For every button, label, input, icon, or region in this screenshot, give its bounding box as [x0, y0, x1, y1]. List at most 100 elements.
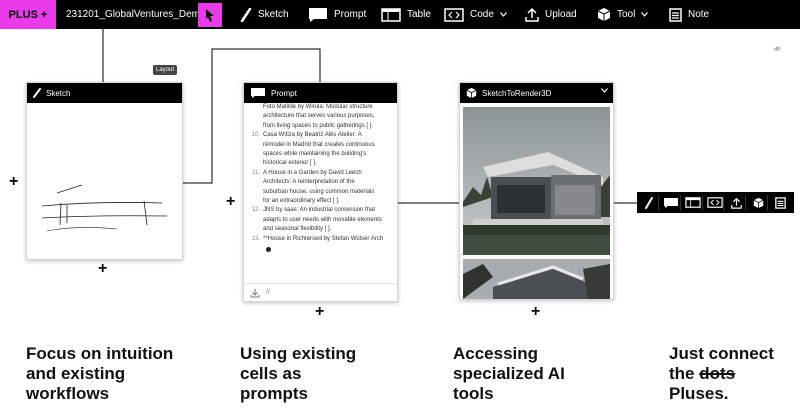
add-cell-below-sketch-button[interactable]: +: [98, 261, 107, 277]
note-tool-label: Note: [688, 9, 710, 20]
prompt-line-number: [250, 112, 260, 121]
top-toolbar: PLUS + 231201_GlobalVentures_Demo Sketch…: [0, 0, 800, 29]
render-output-image[interactable]: [463, 107, 610, 255]
tool-menu-label: Tool: [617, 9, 636, 20]
prompt-list-line: architecture that serves various purpose…: [250, 112, 391, 121]
document-title[interactable]: 231201_GlobalVentures_Demo: [66, 0, 206, 29]
prompt-list-line: adapts to user needs with movable elemen…: [250, 216, 391, 225]
caption-intuition: Focus on intuition and existing workflow…: [26, 344, 174, 403]
prompt-line-number: 12.: [251, 207, 260, 214]
sketch-tool-label: Sketch: [258, 9, 289, 20]
prompt-line-text: spaces while maintaining the building's: [263, 151, 367, 158]
add-table-button[interactable]: [685, 194, 703, 211]
upload-tool-button[interactable]: Upload: [525, 0, 577, 29]
pencil-icon: [645, 196, 654, 209]
code-icon: [707, 197, 723, 208]
sketch-cell-header[interactable]: Sketch: [27, 83, 182, 103]
add-cell-below-render-button[interactable]: +: [531, 304, 540, 320]
prompt-list-line: for an extraordinary effect [ ].: [250, 197, 391, 206]
prompt-line-text: adapts to user needs with movable elemen…: [263, 216, 382, 223]
prompt-line-text: and seasonal flexibility [ ].: [263, 226, 332, 233]
code-tool-label: Code: [470, 9, 494, 20]
table-tool-label: Table: [407, 9, 431, 20]
speech-bubble-icon: [309, 7, 327, 22]
render-cell[interactable]: SketchToRender3D: [459, 82, 614, 300]
sketch-canvas[interactable]: [27, 103, 182, 259]
speech-bubble-icon: [664, 197, 679, 208]
prompt-list-line: spaces while maintaining the building's: [250, 150, 391, 159]
layout-tooltip: Layout: [153, 65, 178, 75]
sketch-cell[interactable]: Sketch: [26, 82, 183, 260]
add-cell-below-prompt-button[interactable]: +: [315, 304, 324, 320]
prompt-line-text: **House in Richterswil by Stefan Wülser …: [263, 235, 384, 242]
caption-existing-cells: Using existing cells as prompts: [240, 344, 357, 403]
prompt-list-line: Architects: A reinterpretation of the: [250, 178, 391, 187]
tool-menu-button[interactable]: Tool: [597, 0, 649, 29]
add-note-button[interactable]: [772, 195, 790, 211]
add-cell-left-prompt-button[interactable]: +: [226, 194, 235, 210]
render-cell-header[interactable]: SketchToRender3D: [460, 83, 613, 103]
add-tool-button[interactable]: [750, 194, 769, 211]
house-render-graphic: [463, 107, 610, 255]
prompt-list-line: 10. Casa Witiza by Beatriz Alés Atelier: …: [250, 131, 391, 140]
cube-icon: [753, 197, 764, 208]
render-output-image-2[interactable]: [463, 259, 610, 299]
add-prompt-button[interactable]: [663, 194, 681, 211]
prompt-list-line: remodel in Madrid that creates continuou…: [250, 141, 391, 150]
prompt-line-number: [250, 159, 260, 168]
prompt-list-line: 13. **House in Richterswil by Stefan Wüls…: [250, 235, 391, 244]
prompt-cell-header[interactable]: Prompt: [244, 83, 397, 103]
code-tool-button[interactable]: Code: [444, 0, 507, 29]
cube-icon: [597, 8, 611, 21]
download-icon[interactable]: [250, 288, 260, 298]
prompt-line-number: [250, 103, 260, 112]
sketch-cell-title: Sketch: [46, 88, 71, 98]
note-icon: [775, 196, 787, 209]
prompt-line-text: from living spaces to public gatherings …: [263, 122, 374, 129]
prompt-tool-button[interactable]: Prompt: [308, 0, 366, 29]
cursor-dot: [266, 247, 271, 253]
prompt-cell-title: Prompt: [271, 88, 297, 98]
sketch-tool-button[interactable]: Sketch: [240, 0, 289, 29]
prompt-line-text: A House in a Garden by David Leech: [263, 169, 362, 176]
upload-icon: [525, 7, 539, 22]
prompt-list-line: 11. A House in a Garden by David Leech: [250, 169, 391, 178]
prompt-line-number: [250, 141, 260, 150]
house-render-graphic-2: [463, 259, 610, 299]
pencil-icon: [33, 88, 41, 98]
chevron-down-icon: [641, 12, 649, 17]
add-upload-button[interactable]: [728, 194, 747, 211]
pencil-icon: [240, 7, 252, 22]
prompt-line-text: Architects: A reinterpretation of the: [263, 179, 355, 186]
prompt-tool-label: Prompt: [334, 9, 367, 20]
prompt-cell[interactable]: Prompt Foto Matilde by Wirula: Modular s…: [243, 82, 398, 302]
prompt-line-text: historical exterior [ ].: [263, 160, 317, 167]
prompt-list-line: suburban house, using common materials: [250, 188, 391, 197]
prompt-line-number: [250, 122, 260, 131]
canvas-settings-icon[interactable]: [772, 44, 782, 52]
plus-menu-button[interactable]: PLUS +: [0, 0, 56, 29]
pointer-tool-button[interactable]: [198, 3, 222, 27]
prompt-line-number: [250, 188, 260, 197]
add-sketch-button[interactable]: [641, 194, 659, 211]
prompt-line-text: JNS by saas: An industrial conversion th…: [263, 207, 376, 214]
table-tool-button[interactable]: Table: [381, 0, 431, 29]
note-tool-button[interactable]: Note: [669, 0, 709, 29]
prompt-line-text: remodel in Madrid that creates continuou…: [263, 141, 375, 148]
prompt-line-number: [250, 225, 260, 234]
prompt-line-number: 11.: [252, 169, 260, 176]
prompt-text-area[interactable]: Foto Matilde by Wirula: Modular structur…: [244, 103, 397, 281]
chevron-down-icon[interactable]: [601, 88, 608, 93]
add-code-button[interactable]: [706, 194, 725, 211]
prompt-line-number: 13.: [251, 235, 260, 242]
prompt-cell-footer: //: [244, 283, 397, 301]
add-cell-left-sketch-button[interactable]: +: [9, 174, 18, 190]
prompt-line-number: [250, 216, 260, 225]
prompt-list-line: Foto Matilde by Wirula: Modular structur…: [250, 103, 391, 112]
prompt-line-text: architecture that serves various purpose…: [263, 113, 375, 120]
prompt-line-text: Casa Witiza by Beatriz Alés Atelier: A: [263, 132, 362, 139]
cube-icon: [466, 87, 477, 99]
prompt-line-number: [250, 150, 260, 159]
caption-ai-tools: Accessing specialized AI tools: [453, 344, 565, 403]
note-icon: [669, 7, 682, 22]
